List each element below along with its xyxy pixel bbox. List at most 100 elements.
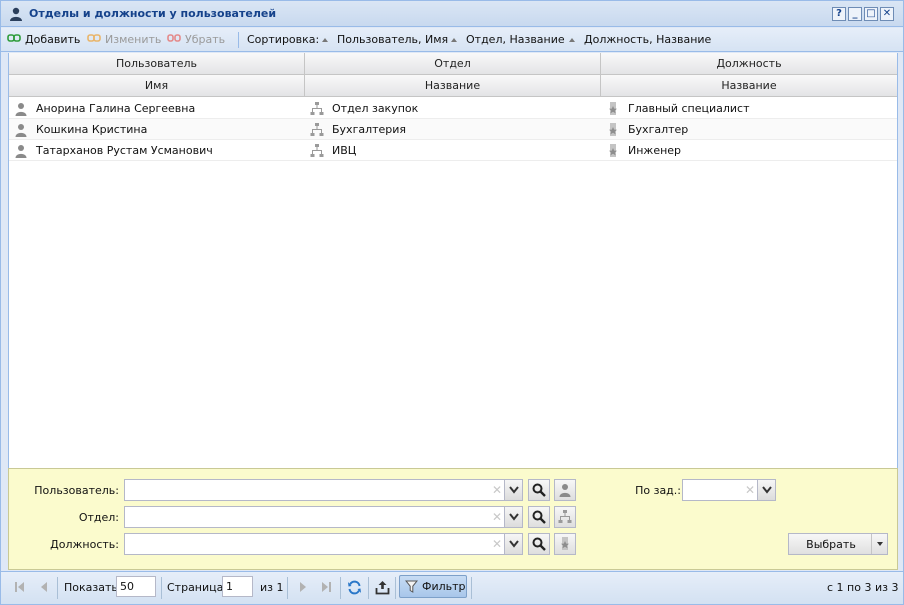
filter-toggle-label: Фильтр — [422, 580, 466, 593]
filter-panel: Пользователь: ✕ По зад.: ✕ Отдел: ✕ Долж… — [8, 468, 898, 570]
link-break-icon — [167, 33, 181, 47]
page-number-input[interactable]: 1 — [222, 576, 253, 597]
edit-label: Изменить — [105, 33, 162, 46]
export-button[interactable] — [375, 580, 390, 599]
pager-separator — [340, 577, 341, 599]
position-filter-label: Должность: — [50, 538, 119, 551]
maximize-button[interactable]: □ — [864, 7, 878, 21]
department-cell: ИВЦ — [305, 140, 601, 161]
search-icon — [532, 483, 546, 497]
next-page-button[interactable] — [296, 580, 310, 598]
sort-asc-icon — [322, 38, 328, 42]
column-header-user-name[interactable]: Имя — [9, 75, 305, 96]
user-filter-label: Пользователь: — [34, 484, 119, 497]
edit-button[interactable]: Изменить — [87, 33, 161, 47]
dropdown-trigger[interactable] — [504, 507, 522, 527]
badge-icon — [561, 537, 569, 550]
position-name: Главный специалист — [628, 102, 750, 115]
chevron-down-icon — [509, 486, 519, 494]
user-search-button[interactable] — [528, 479, 550, 501]
sort-by-user-label: Пользователь, Имя — [337, 33, 449, 46]
close-button[interactable]: ✕ — [880, 7, 894, 21]
help-button[interactable]: ? — [832, 7, 846, 21]
remove-button[interactable]: Убрать — [167, 33, 225, 47]
pager-separator — [395, 577, 396, 599]
add-button[interactable]: Добавить — [7, 33, 80, 47]
search-icon — [532, 537, 546, 551]
user-icon — [14, 144, 28, 165]
group-header-position[interactable]: Должность — [601, 53, 897, 74]
refresh-icon — [348, 580, 361, 595]
table-row[interactable]: Анорина Галина Сергеевна Отдел закупок Г… — [9, 98, 897, 119]
by-task-combo[interactable]: ✕ — [682, 479, 776, 501]
department-select-button[interactable] — [554, 506, 576, 528]
department-cell: Бухгалтерия — [305, 119, 601, 140]
user-cell: Татарханов Рустам Усманович — [9, 140, 305, 161]
refresh-button[interactable] — [347, 580, 362, 599]
page-size-label: Показать — [64, 581, 118, 594]
prev-page-button[interactable] — [37, 580, 51, 598]
sort-by-position-label: Должность, Название — [584, 33, 712, 46]
by-task-label: По зад.: — [635, 484, 681, 497]
upload-icon — [375, 581, 390, 595]
clear-icon[interactable]: ✕ — [492, 510, 502, 524]
next-page-icon — [300, 582, 306, 592]
column-header-department-name[interactable]: Название — [305, 75, 601, 96]
page-size-input[interactable]: 50 — [116, 576, 156, 597]
chevron-down-icon — [509, 513, 519, 521]
remove-label: Убрать — [185, 33, 226, 46]
first-page-button[interactable] — [13, 580, 27, 598]
position-cell: Инженер — [601, 140, 897, 161]
sort-by-department-button[interactable]: Отдел, Название — [451, 33, 565, 47]
last-page-button[interactable] — [319, 580, 333, 598]
title-bar: Отделы и должности у пользователей ? _ □… — [1, 1, 903, 27]
sort-asc-icon — [451, 38, 457, 42]
filter-toggle-button[interactable]: Фильтр — [399, 575, 467, 598]
badge-icon — [606, 144, 620, 165]
department-name: ИВЦ — [332, 144, 357, 157]
select-button-label: Выбрать — [806, 538, 856, 551]
department-filter-combo[interactable]: ✕ — [124, 506, 523, 528]
link-add-icon — [7, 33, 21, 47]
page-label: Страница — [167, 581, 224, 594]
display-summary: с 1 по 3 из 3 — [827, 581, 899, 594]
position-cell: Бухгалтер — [601, 119, 897, 140]
position-search-button[interactable] — [528, 533, 550, 555]
position-select-button[interactable] — [554, 533, 576, 555]
dropdown-trigger[interactable] — [504, 480, 522, 500]
position-name: Инженер — [628, 144, 682, 157]
department-filter-label: Отдел: — [78, 511, 119, 524]
select-menu-arrow[interactable] — [871, 534, 887, 554]
sort-by-user-button[interactable]: Пользователь, Имя — [322, 33, 448, 47]
position-filter-combo[interactable]: ✕ — [124, 533, 523, 555]
org-structure-icon — [558, 510, 572, 523]
user-name: Кошкина Кристина — [36, 123, 148, 136]
clear-icon[interactable]: ✕ — [492, 483, 502, 497]
first-page-icon — [15, 582, 24, 592]
dropdown-trigger[interactable] — [757, 480, 775, 500]
clear-icon[interactable]: ✕ — [745, 483, 755, 497]
sort-by-position-button[interactable]: Должность, Название — [569, 33, 711, 47]
user-cell: Кошкина Кристина — [9, 119, 305, 140]
pager-separator — [287, 577, 288, 599]
clear-icon[interactable]: ✕ — [492, 537, 502, 551]
window-title: Отделы и должности у пользователей — [29, 7, 277, 20]
group-header-department[interactable]: Отдел — [305, 53, 601, 74]
table-row[interactable]: Кошкина Кристина Бухгалтерия Бухгалтер — [9, 119, 897, 140]
prev-page-icon — [41, 582, 47, 592]
select-split-button[interactable]: Выбрать — [788, 533, 888, 555]
pager-separator — [471, 577, 472, 599]
sort-asc-icon — [569, 38, 575, 42]
user-filter-combo[interactable]: ✕ — [124, 479, 523, 501]
user-cell: Анорина Галина Сергеевна — [9, 98, 305, 119]
department-search-button[interactable] — [528, 506, 550, 528]
column-header-row: Имя Название Название — [9, 75, 897, 97]
column-header-position-name[interactable]: Название — [601, 75, 897, 96]
data-grid: Пользователь Отдел Должность Имя Названи… — [8, 53, 898, 468]
dropdown-trigger[interactable] — [504, 534, 522, 554]
chevron-down-icon — [762, 486, 772, 494]
group-header-user[interactable]: Пользователь — [9, 53, 305, 74]
org-structure-icon — [310, 144, 324, 165]
minimize-button[interactable]: _ — [848, 7, 862, 21]
table-row[interactable]: Татарханов Рустам Усманович ИВЦ Инженер — [9, 140, 897, 161]
